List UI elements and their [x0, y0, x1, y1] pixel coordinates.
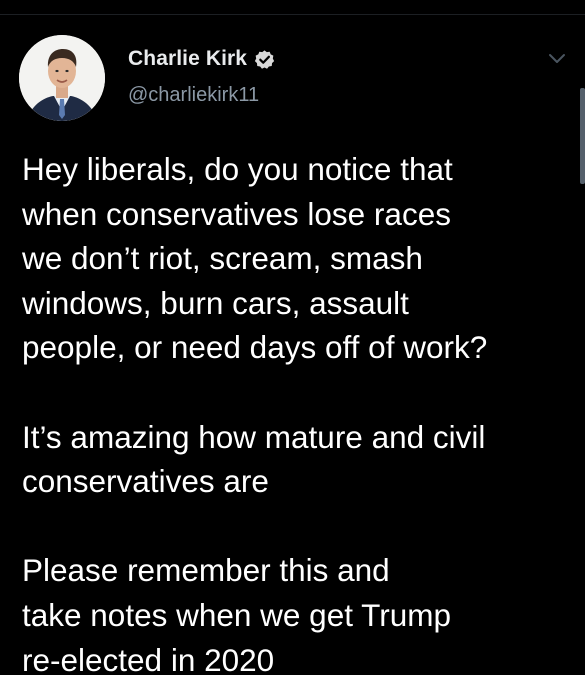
chevron-down-icon[interactable]: [547, 52, 567, 66]
author-avatar[interactable]: [19, 35, 105, 121]
tweet-paragraph: It’s amazing how mature and civil conser…: [22, 418, 486, 500]
author-display-name[interactable]: Charlie Kirk: [128, 47, 247, 71]
profile-photo: [19, 35, 105, 121]
author-name-row[interactable]: Charlie Kirk: [128, 46, 275, 72]
tweet-paragraph: Hey liberals, do you notice that when co…: [22, 151, 488, 366]
verified-badge-icon: [254, 49, 275, 70]
author-handle[interactable]: @charliekirk11: [128, 84, 259, 107]
scrollbar-thumb[interactable]: [580, 88, 585, 184]
tweet-text: Hey liberals, do you notice that when co…: [22, 147, 567, 675]
tweet: Charlie Kirk @charliekirk11 Hey liberals…: [0, 0, 585, 675]
tweet-paragraph: Please remember this and take notes when…: [22, 552, 451, 675]
